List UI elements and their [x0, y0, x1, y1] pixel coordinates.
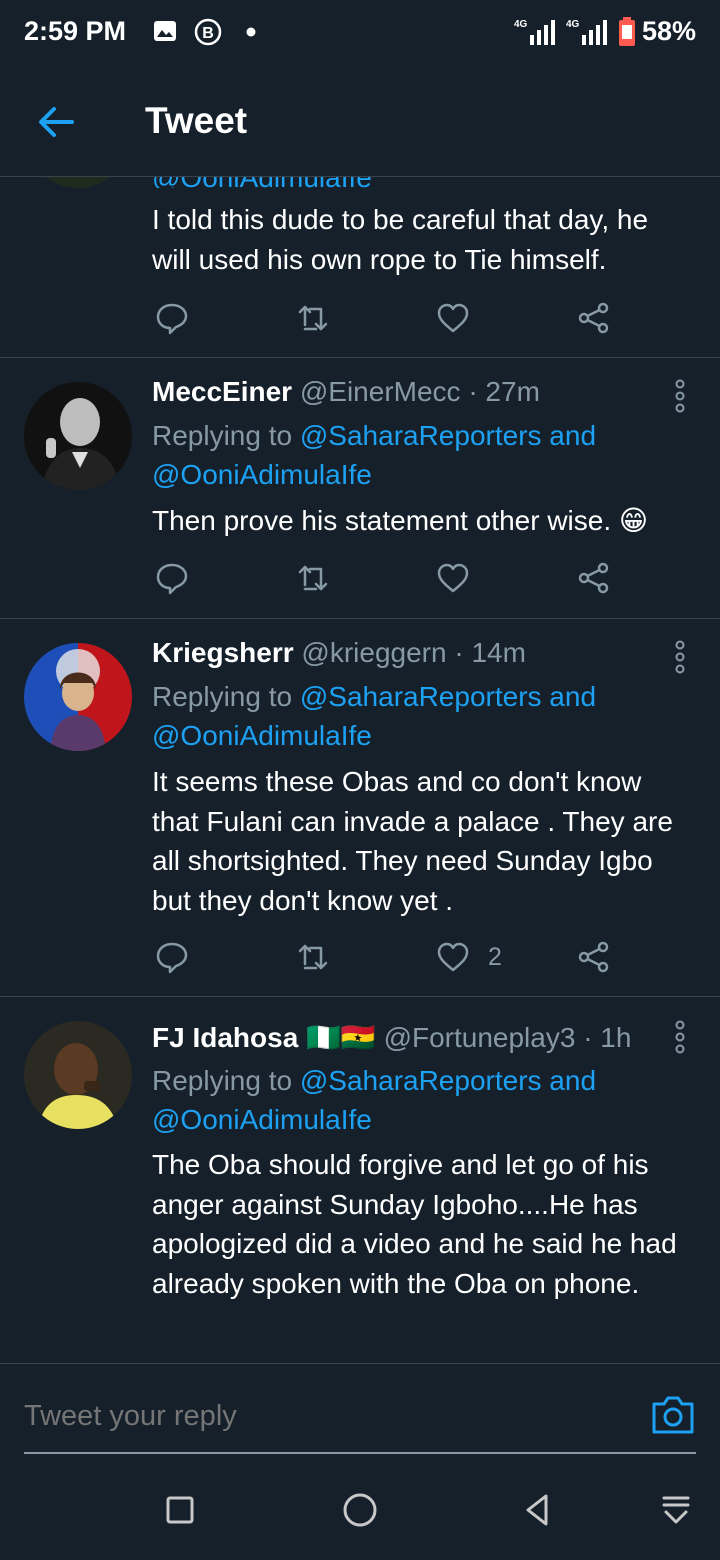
svg-text:4G: 4G — [566, 19, 580, 30]
more-options-icon[interactable] — [668, 637, 692, 677]
share-button[interactable] — [577, 298, 611, 338]
handle[interactable]: @Fortuneplay3 — [384, 1022, 576, 1053]
replying-label: Replying to — [152, 420, 300, 451]
retweet-button[interactable] — [296, 558, 330, 598]
reply-button[interactable] — [155, 298, 189, 338]
tweet[interactable]: MeccEiner @EinerMecc · 27m Replying to @… — [0, 358, 720, 619]
mention-link[interactable]: @SaharaReporters and — [300, 1065, 596, 1096]
like-count: 2 — [488, 942, 502, 971]
tweet-header: MeccEiner @EinerMecc · 27m — [152, 376, 540, 408]
avatar[interactable] — [24, 1021, 132, 1129]
more-options-icon[interactable] — [668, 1017, 692, 1057]
recent-apps-icon[interactable] — [160, 1490, 200, 1530]
mention-link[interactable]: @OoniAdimulaIfe — [152, 720, 372, 751]
share-icon — [578, 302, 609, 334]
header: Tweet — [0, 64, 720, 177]
image-icon — [154, 21, 176, 41]
retweet-icon — [298, 565, 328, 591]
share-button[interactable] — [577, 937, 611, 977]
avatar-image — [24, 1021, 132, 1129]
reply-button[interactable] — [155, 558, 189, 598]
tweet[interactable]: @OoniAdimulaIfe I told this dude to be c… — [0, 80, 720, 358]
home-icon[interactable] — [340, 1490, 380, 1530]
replying-label: Replying to — [152, 681, 300, 712]
avatar-image — [24, 643, 132, 751]
timestamp: · 14m — [454, 637, 526, 668]
handle[interactable]: @EinerMecc — [300, 376, 461, 407]
like-button[interactable] — [436, 298, 470, 338]
tweet-text: I told this dude to be careful that day,… — [152, 204, 649, 275]
comment-icon — [156, 942, 188, 974]
share-icon — [578, 562, 609, 594]
timestamp: · 27m — [468, 376, 540, 407]
tweet-actions: 2 — [152, 937, 622, 977]
mention-link[interactable]: @OoniAdimulaIfe — [152, 459, 372, 490]
tweet-actions — [152, 298, 622, 338]
system-nav-bar — [0, 1460, 720, 1560]
share-icon — [578, 941, 609, 973]
timestamp: · 1h — [583, 1022, 632, 1053]
signal-4g-icon: 4G — [566, 19, 607, 45]
battery-icon — [618, 16, 635, 46]
retweet-icon — [298, 305, 328, 331]
tweet-actions — [152, 558, 622, 598]
tweet[interactable]: Kriegsherr @krieggern · 14m Replying to … — [0, 619, 720, 997]
replying-label: Replying to — [152, 1065, 300, 1096]
avatar[interactable] — [24, 382, 132, 490]
reply-button[interactable] — [155, 937, 189, 977]
mention-link[interactable]: @OoniAdimulaIfe — [152, 1104, 372, 1135]
svg-text:4G: 4G — [514, 19, 528, 30]
display-name[interactable]: MeccEiner — [152, 376, 292, 407]
replying-to: Replying to @SaharaReporters and @OoniAd… — [152, 1061, 596, 1139]
display-name[interactable]: FJ Idahosa — [152, 1022, 298, 1053]
camera-icon[interactable] — [650, 1392, 696, 1436]
retweet-icon — [298, 944, 328, 970]
mention-link[interactable]: @SaharaReporters and — [300, 681, 596, 712]
input-underline — [24, 1452, 696, 1454]
status-right: 4G 4G 58% — [514, 16, 696, 47]
retweet-button[interactable] — [296, 937, 330, 977]
replying-to: Replying to @SaharaReporters and @OoniAd… — [152, 416, 596, 494]
flag-emojis: 🇳🇬🇬🇭 — [306, 1022, 376, 1053]
tweet-header: Kriegsherr @krieggern · 14m — [152, 637, 526, 669]
hide-keyboard-icon[interactable] — [656, 1490, 696, 1530]
dot-icon — [246, 27, 256, 37]
heart-icon — [437, 942, 469, 972]
mention-link[interactable]: @SaharaReporters and — [300, 420, 596, 451]
status-bar: 2:59 PM B 4G 4G 58% — [0, 0, 720, 64]
arrow-left-icon[interactable] — [34, 100, 78, 144]
retweet-button[interactable] — [296, 298, 330, 338]
like-button[interactable]: 2 — [436, 937, 502, 977]
tweet-text: It seems these Obas and co don't know th… — [152, 766, 673, 916]
avatar-image — [24, 382, 132, 490]
more-options-icon[interactable] — [668, 376, 692, 416]
tweet[interactable]: FJ Idahosa 🇳🇬🇬🇭 @Fortuneplay3 · 1h Reply… — [0, 997, 720, 1363]
comment-icon — [156, 303, 188, 335]
display-name[interactable]: Kriegsherr — [152, 637, 294, 668]
replying-to: Replying to @SaharaReporters and @OoniAd… — [152, 677, 596, 755]
avatar[interactable] — [24, 643, 132, 751]
heart-icon — [437, 563, 469, 593]
reply-input[interactable] — [24, 1394, 624, 1438]
back-icon[interactable] — [518, 1490, 558, 1530]
b-icon: B — [194, 18, 222, 46]
reply-bar — [0, 1363, 720, 1456]
signal-4g-icon: 4G — [514, 19, 555, 45]
tweet-text: Then prove his statement other wise. 😁 — [152, 505, 649, 536]
tweet-header: FJ Idahosa 🇳🇬🇬🇭 @Fortuneplay3 · 1h — [152, 1021, 631, 1054]
heart-icon — [437, 303, 469, 333]
handle[interactable]: @krieggern — [301, 637, 446, 668]
status-time: 2:59 PM — [24, 16, 127, 46]
tweet-text: The Oba should forgive and let go of his… — [152, 1149, 677, 1299]
share-button[interactable] — [577, 558, 611, 598]
comment-icon — [156, 563, 188, 595]
like-button[interactable] — [436, 558, 470, 598]
svg-text:B: B — [202, 25, 214, 42]
page-title: Tweet — [145, 100, 248, 141]
battery-percent: 58% — [641, 16, 696, 46]
